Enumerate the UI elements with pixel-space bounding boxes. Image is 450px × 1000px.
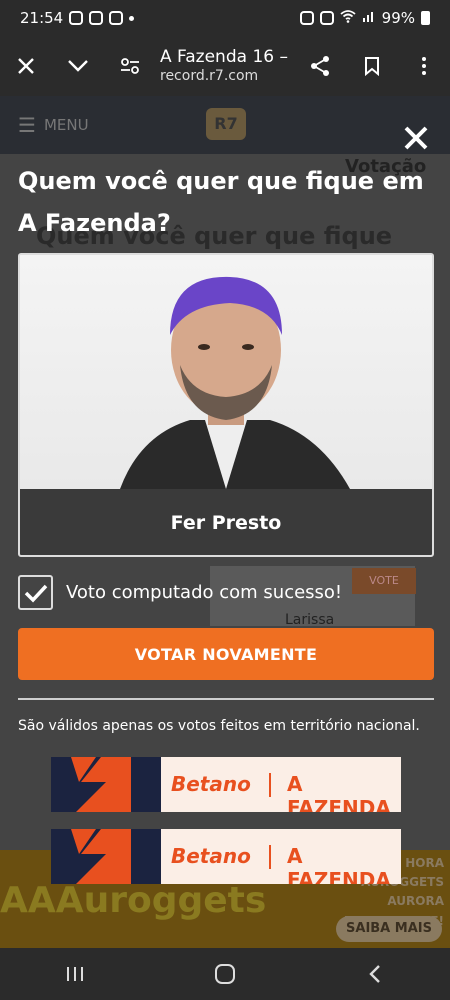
sponsor-brand: Betano [171,772,251,796]
gallery-icon [89,11,104,25]
checkmark-icon [18,575,53,610]
close-modal-icon[interactable] [396,118,436,158]
menu-label: MENU [43,116,89,134]
candidate-card: Fer Presto [18,253,434,557]
menu-icon: ☰ [18,113,36,137]
bookmark-icon[interactable] [346,36,398,96]
alarm-icon [319,11,334,25]
vote-again-button[interactable]: VOTAR NOVAMENTE [18,628,434,680]
lightning-icon [71,829,131,884]
sponsor-banner[interactable]: Betano A FAZENDA [51,829,401,884]
site-logo: R7 [206,108,246,140]
signal-icon [362,9,376,27]
page-url: record.r7.com [160,67,259,84]
lock-icon [299,11,314,25]
share-icon[interactable] [294,36,346,96]
background-vote-button: VOTE [352,568,416,594]
browser-toolbar: A Fazenda 16 – ... record.r7.com [0,36,450,96]
back-icon[interactable] [345,948,405,1000]
instagram-icon [109,11,124,25]
candidate-photo [20,255,432,489]
candidate-name: Fer Presto [20,489,432,555]
ad-brand-text: AAAuroggets [0,880,267,921]
sponsor-show: A FAZENDA [287,772,391,812]
voting-notice: São válidos apenas os votos feitos em te… [18,718,420,734]
sponsor-separator [269,845,271,869]
lightning-icon [71,757,131,812]
status-bar: 21:54 99% [0,0,450,36]
battery-icon [421,11,430,25]
chevron-down-icon[interactable] [52,36,104,96]
sponsor-brand: Betano [171,844,251,868]
sponsor-show: A FAZENDA [287,844,391,884]
clock: 21:54 [20,9,64,27]
page-title-area[interactable]: A Fazenda 16 – ... record.r7.com [156,47,294,84]
background-candidate-name: Larissa [285,612,335,628]
more-notifications-icon [129,15,135,21]
divider [18,698,434,700]
vote-success-row: Voto computado com sucesso! [18,575,342,610]
instagram-icon [69,11,84,25]
home-icon[interactable] [195,948,255,1000]
modal-title: Quem você quer que fique em A Fazenda? [18,167,424,237]
more-options-icon[interactable] [398,36,450,96]
page-title: A Fazenda 16 – ... [160,47,294,68]
ad-cta-button[interactable]: SAIBA MAIS [336,916,442,942]
recent-apps-icon[interactable] [45,948,105,1000]
home-button-shape [215,964,235,984]
sponsor-banner[interactable]: Betano A FAZENDA [51,757,401,812]
battery-level: 99% [381,9,415,27]
site-settings-icon[interactable] [104,36,156,96]
close-tab-icon[interactable] [0,36,52,96]
system-nav-bar [0,948,450,1000]
wifi-icon [340,9,356,27]
success-message: Voto computado com sucesso! [66,582,343,603]
sponsor-separator [269,773,271,797]
